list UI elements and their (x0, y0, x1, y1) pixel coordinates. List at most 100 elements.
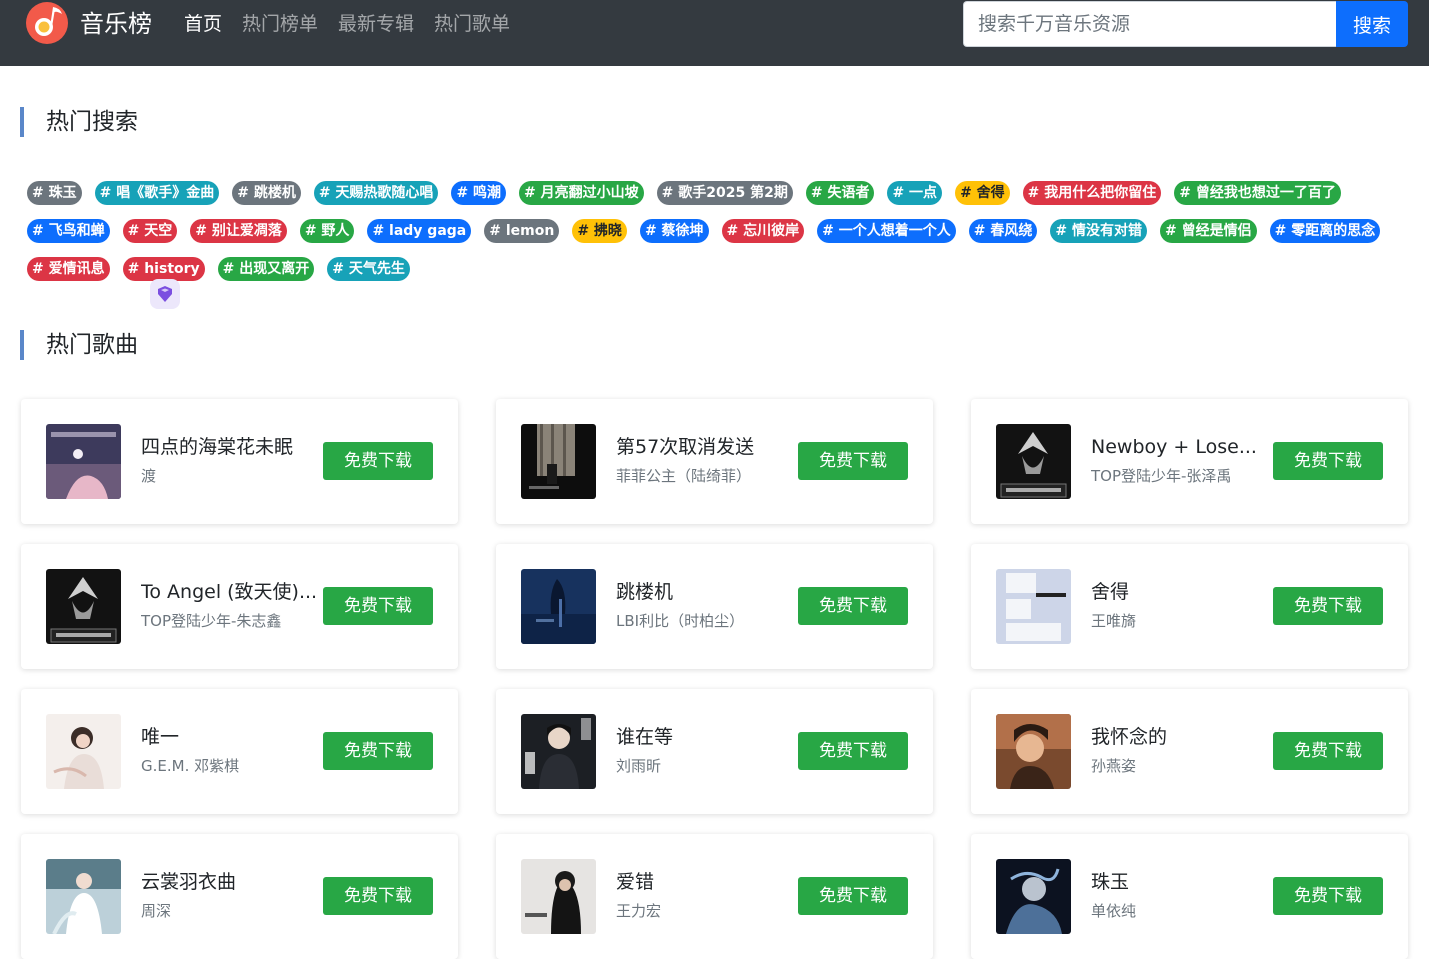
hot-search-tag[interactable]: # 鸣潮 (451, 181, 507, 205)
hot-search-tag[interactable]: # lady gaga (367, 219, 472, 243)
hot-search-tag[interactable]: # 春风绕 (968, 219, 1038, 243)
free-download-button[interactable]: 免费下载 (323, 877, 433, 915)
nav-new-albums[interactable]: 最新专辑 (338, 10, 414, 38)
top-cover[interactable] (46, 569, 121, 644)
free-download-button[interactable]: 免费下载 (1273, 877, 1383, 915)
top-navbar: 音乐榜 首页 热门榜单 最新专辑 热门歌单 搜索 (0, 0, 1429, 66)
song-title[interactable]: 爱错 (616, 868, 796, 896)
song-card[interactable]: 云裳羽衣曲 周深 免费下载 (21, 834, 458, 959)
song-title[interactable]: 唯一 (141, 723, 321, 751)
free-download-button[interactable]: 免费下载 (323, 587, 433, 625)
number-cover[interactable] (996, 569, 1071, 644)
song-title[interactable]: 舍得 (1091, 578, 1271, 606)
hot-search-tag[interactable]: # 天气先生 (327, 257, 410, 281)
hot-search-tag[interactable]: # 情没有对错 (1050, 219, 1147, 243)
free-download-button[interactable]: 免费下载 (798, 587, 908, 625)
song-artist: 王力宏 (616, 902, 662, 920)
blue-cover[interactable] (521, 569, 596, 644)
free-download-button[interactable]: 免费下载 (323, 732, 433, 770)
hot-search-tag[interactable]: # 爱情讯息 (27, 257, 110, 281)
search-button[interactable]: 搜索 (1336, 1, 1408, 47)
free-download-button[interactable]: 免费下载 (323, 442, 433, 480)
song-title[interactable]: 云裳羽衣曲 (141, 868, 321, 896)
top-cover[interactable] (996, 424, 1071, 499)
hot-search-tag[interactable]: # lemon (484, 219, 560, 243)
song-card[interactable]: 谁在等 刘雨昕 免费下载 (496, 689, 933, 814)
hot-search-tag[interactable]: # 失语者 (805, 181, 875, 205)
hot-search-tag[interactable]: # 歌手2025 第2期 (656, 181, 793, 205)
hot-search-tag[interactable]: # 野人 (299, 219, 355, 243)
song-title[interactable]: 我怀念的 (1091, 723, 1271, 751)
main-nav: 首页 热门榜单 最新专辑 热门歌单 (184, 10, 530, 38)
hot-search-tag[interactable]: # 零距离的思念 (1269, 219, 1381, 243)
costume-cover[interactable] (46, 859, 121, 934)
song-card[interactable]: To Angel (致天使)... TOP登陆少年-朱志鑫 免费下载 (21, 544, 458, 669)
song-card[interactable]: 唯一 G.E.M. 邓紫棋 免费下载 (21, 689, 458, 814)
hot-search-tag[interactable]: # 飞鸟和蝉 (27, 219, 110, 243)
tag-row: # 爱情讯息 # history # 出现又离开 # 天气先生 (27, 257, 1387, 295)
song-card[interactable]: 舍得王唯旖 免费下载 (971, 544, 1408, 669)
song-title[interactable]: To Angel (致天使)... (141, 578, 321, 606)
song-title[interactable]: Newboy + Lose... (1091, 433, 1271, 461)
free-download-button[interactable]: 免费下载 (798, 732, 908, 770)
search-input[interactable] (963, 1, 1337, 47)
song-artist: 单依纯 (1091, 902, 1137, 920)
gem-cover[interactable] (46, 714, 121, 789)
song-artist: TOP登陆少年-张泽禹 (1091, 467, 1232, 485)
hot-search-tag[interactable]: # 出现又离开 (217, 257, 315, 281)
nav-hot-playlists[interactable]: 热门歌单 (434, 10, 510, 38)
hot-search-tag[interactable]: # 别让爱凋落 (190, 219, 287, 243)
free-download-button[interactable]: 免费下载 (1273, 732, 1383, 770)
hot-search-tag[interactable]: # 蔡徐坤 (639, 219, 709, 243)
hot-search-tag[interactable]: # 跳楼机 (232, 181, 301, 205)
free-download-button[interactable]: 免费下载 (798, 877, 908, 915)
assistant-float-icon[interactable] (150, 279, 180, 309)
song-artist: TOP登陆少年-朱志鑫 (141, 612, 282, 630)
hot-search-tag[interactable]: # history (122, 257, 205, 281)
song-card[interactable]: Newboy + Lose... TOP登陆少年-张泽禹 免费下载 (971, 399, 1408, 524)
hot-songs-title: 热门歌曲 (20, 330, 138, 360)
hot-search-tag[interactable]: # 忘川彼岸 (721, 219, 805, 243)
wang-cover[interactable] (521, 859, 596, 934)
hot-search-tag[interactable]: # 我用什么把你留住 (1022, 181, 1162, 205)
song-title[interactable]: 珠玉 (1091, 868, 1271, 896)
song-card[interactable]: 我怀念的 孙燕姿 免费下载 (971, 689, 1408, 814)
hot-search-tag[interactable]: # 天赐热歌随心唱 (313, 181, 439, 205)
ink-cover[interactable] (996, 859, 1071, 934)
haitang-cover[interactable] (46, 424, 121, 499)
nav-hot-charts[interactable]: 热门榜单 (242, 10, 318, 38)
hot-search-title: 热门搜索 (20, 107, 138, 137)
free-download-button[interactable]: 免费下载 (798, 442, 908, 480)
song-title[interactable]: 四点的海棠花未眠 (141, 433, 321, 461)
brand-name[interactable]: 音乐榜 (80, 8, 152, 40)
song-title[interactable]: 第57次取消发送 (616, 433, 796, 461)
nav-home[interactable]: 首页 (184, 10, 222, 38)
hot-search-tag[interactable]: # 一个人想着一个人 (817, 219, 956, 243)
hot-search-tag[interactable]: # 舍得 (955, 181, 1010, 205)
hot-search-tag[interactable]: # 曾经我也想过一了百了 (1174, 181, 1341, 205)
hot-search-tag[interactable]: # 珠玉 (27, 181, 82, 205)
hot-search-tag[interactable]: # 曾经是情侣 (1159, 219, 1257, 243)
song-artist: G.E.M. 邓紫棋 (141, 757, 240, 775)
song-title[interactable]: 跳楼机 (616, 578, 796, 606)
hot-search-tag[interactable]: # 月亮翻过小山坡 (519, 181, 644, 205)
hot-search-tags: # 珠玉 # 唱《歌手》金曲 # 跳楼机 # 天赐热歌随心唱 # 鸣潮 # 月亮翻过小山坡… (27, 181, 1387, 295)
free-download-button[interactable]: 免费下载 (1273, 442, 1383, 480)
song-card[interactable]: 四点的海棠花未眠渡 免费下载 (21, 399, 458, 524)
song-title[interactable]: 谁在等 (616, 723, 796, 751)
hot-search-tag[interactable]: # 一点 (887, 181, 943, 205)
sun-cover[interactable] (996, 714, 1071, 789)
window-cover[interactable] (521, 424, 596, 499)
song-card[interactable]: 珠玉单依纯 免费下载 (971, 834, 1408, 959)
music-logo-icon[interactable] (26, 2, 68, 44)
hot-search-tag[interactable]: # 拂晓 (572, 219, 627, 243)
hot-search-tag[interactable]: # 天空 (122, 219, 178, 243)
song-artist: 王唯旖 (1091, 612, 1137, 630)
free-download-button[interactable]: 免费下载 (1273, 587, 1383, 625)
hot-search-tag[interactable]: # 唱《歌手》金曲 (94, 181, 220, 205)
portrait-dark-cover[interactable] (521, 714, 596, 789)
song-card[interactable]: 跳楼机 LBI利比（时柏尘） 免费下载 (496, 544, 933, 669)
tag-row: # 飞鸟和蝉 # 天空 # 别让爱凋落 # 野人 # lady gaga # lemon #… (27, 219, 1387, 257)
song-card[interactable]: 第57次取消发送 菲菲公主（陆绮菲） 免费下载 (496, 399, 933, 524)
song-card[interactable]: 爱错王力宏 免费下载 (496, 834, 933, 959)
